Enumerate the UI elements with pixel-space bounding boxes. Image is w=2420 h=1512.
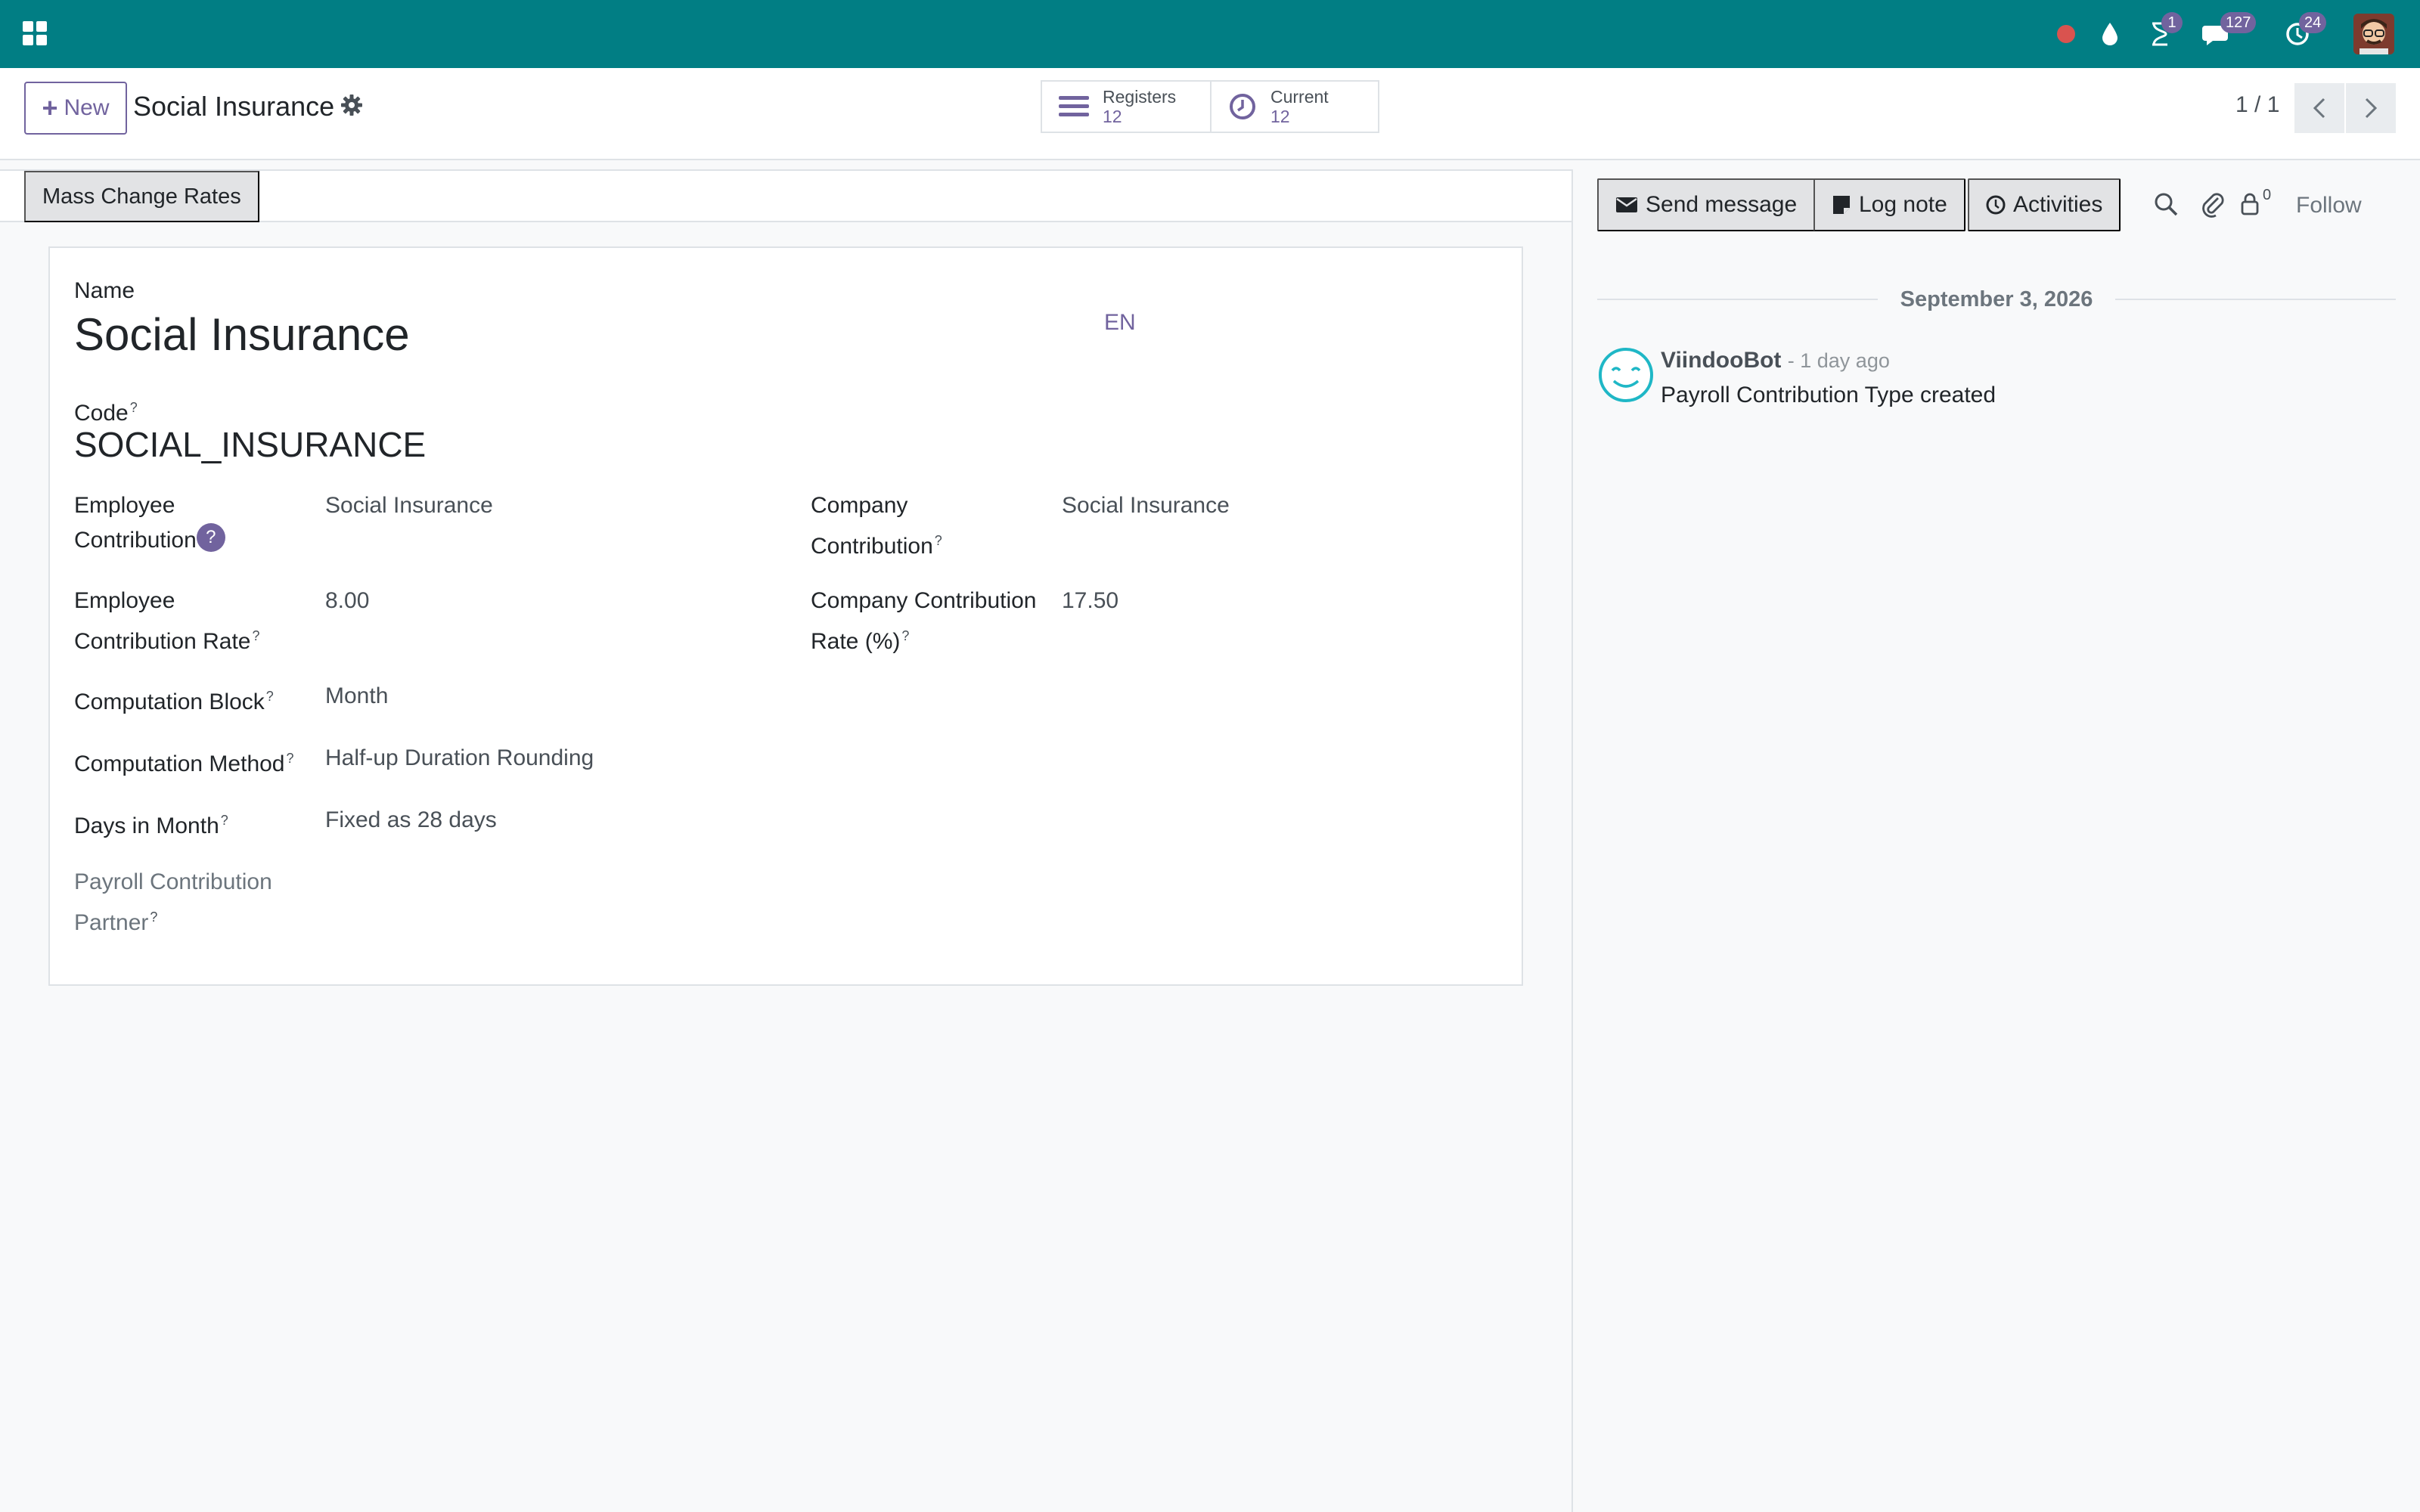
message-time: - 1 day ago [1787, 349, 1890, 372]
registers-count: 12 [1103, 107, 1122, 126]
computation-block-field[interactable]: Month [325, 679, 388, 714]
timesheet-clock-icon[interactable]: 24 [2282, 12, 2327, 51]
followers-count: 0 [2263, 186, 2272, 203]
search-icon[interactable] [2151, 189, 2181, 219]
days-in-month-label: Days in Month? [74, 813, 228, 838]
activities-badge: 1 [2161, 12, 2183, 33]
date-separator-label: September 3, 2026 [1900, 287, 2093, 311]
bot-avatar [1599, 348, 1653, 402]
pager-value[interactable]: 1 / 1 [2235, 92, 2279, 118]
message-author[interactable]: ViindooBot [1661, 348, 1781, 373]
help-tooltip-icon[interactable]: ? [130, 400, 138, 415]
activities-label: Activities [2013, 192, 2103, 217]
drop-icon[interactable] [2098, 17, 2122, 51]
chevron-left-icon [2313, 98, 2325, 119]
pager-previous-button[interactable] [2294, 83, 2344, 133]
help-tooltip-icon[interactable]: ? [266, 689, 274, 704]
plus-icon: + [42, 92, 58, 123]
form-statusbar: Mass Change Rates [0, 169, 1571, 222]
follow-button[interactable]: Follow [2296, 189, 2362, 222]
company-contribution-field[interactable]: Social Insurance [1062, 488, 1230, 523]
activities-button[interactable]: Activities [1968, 178, 2121, 231]
days-in-month-field[interactable]: Fixed as 28 days [325, 803, 497, 838]
mass-change-rates-button[interactable]: Mass Change Rates [24, 171, 259, 222]
sticky-note-icon [1833, 196, 1850, 214]
company-contribution-rate-field[interactable]: 17.50 [1062, 584, 1118, 618]
current-smart-button[interactable]: Current 12 [1209, 82, 1378, 132]
clock-icon [1229, 94, 1255, 119]
company-contribution-rate-label: Company Contribution Rate (%)? [811, 588, 1037, 654]
computation-block-label: Computation Block? [74, 689, 274, 714]
help-tooltip-icon[interactable]: ? [935, 533, 942, 548]
control-panel: + New Social Insurance Registers 12 Curr… [0, 68, 2420, 160]
form-sheet: Name Social Insurance EN Code? SOCIAL_IN… [48, 246, 1523, 986]
company-contribution-label: Company Contribution? [811, 493, 942, 559]
current-count: 12 [1270, 107, 1290, 126]
smart-buttons: Registers 12 Current 12 [1041, 80, 1379, 133]
pager-next-button[interactable] [2346, 83, 2396, 133]
paperclip-icon[interactable] [2198, 189, 2228, 219]
employee-contribution-label: Employee Contribution? [74, 488, 225, 558]
employee-contribution-field[interactable]: Social Insurance [325, 488, 493, 523]
registers-smart-button[interactable]: Registers 12 [1042, 82, 1210, 132]
clock-icon [1986, 195, 2006, 215]
log-note-button[interactable]: Log note [1813, 178, 1965, 231]
language-button[interactable]: EN [1104, 305, 1136, 340]
new-button[interactable]: + New [24, 82, 127, 135]
code-field[interactable]: SOCIAL_INSURANCE [74, 422, 426, 467]
gear-icon[interactable] [340, 94, 363, 116]
help-tooltip-icon[interactable]: ? [196, 523, 225, 552]
help-tooltip-icon[interactable]: ? [150, 909, 157, 925]
send-message-label: Send message [1646, 192, 1798, 217]
employee-contribution-rate-label: Employee Contribution Rate? [74, 588, 260, 654]
help-tooltip-icon[interactable]: ? [221, 813, 228, 828]
timesheet-badge: 24 [2299, 12, 2327, 33]
followers-button[interactable]: 0 [2240, 186, 2282, 219]
current-label: Current [1270, 87, 1329, 107]
computation-method-label: Computation Method? [74, 751, 294, 776]
top-navbar: 1 127 24 [0, 0, 2420, 68]
recording-status-icon[interactable] [2054, 17, 2078, 51]
messages-icon[interactable]: 127 [2201, 12, 2257, 51]
payroll-contribution-partner-label: Payroll Contribution Partner? [74, 869, 272, 935]
date-separator: September 3, 2026 [1597, 284, 2397, 314]
help-tooltip-icon[interactable]: ? [252, 628, 259, 643]
envelope-icon [1616, 197, 1637, 212]
name-field[interactable]: Social Insurance [74, 305, 410, 364]
help-tooltip-icon[interactable]: ? [901, 628, 909, 643]
send-message-button[interactable]: Send message [1597, 178, 1816, 231]
help-tooltip-icon[interactable]: ? [287, 751, 294, 766]
computation-method-field[interactable]: Half-up Duration Rounding [325, 741, 594, 776]
chatter-panel: Send message Log note Activities 0 Follo… [1575, 169, 2420, 1512]
registers-label: Registers [1103, 87, 1177, 107]
name-label: Name [74, 278, 135, 303]
employee-contribution-rate-field[interactable]: 8.00 [325, 584, 369, 618]
list-icon [1059, 96, 1089, 116]
message-body: Payroll Contribution Type created [1661, 383, 1996, 407]
breadcrumb-title: Social Insurance [133, 91, 335, 122]
lock-icon [2241, 193, 2259, 215]
chevron-right-icon [2365, 98, 2378, 119]
new-button-label: New [64, 95, 110, 120]
user-avatar[interactable] [2353, 14, 2394, 54]
log-note-label: Log note [1859, 192, 1947, 217]
chatter-message: ViindooBot - 1 day ago Payroll Contribut… [1597, 343, 2396, 434]
apps-menu-icon[interactable] [21, 20, 48, 47]
messages-badge: 127 [2220, 12, 2257, 33]
activities-hourglass-icon[interactable]: 1 [2145, 12, 2183, 51]
form-view: Mass Change Rates Name Social Insurance … [0, 169, 1573, 1512]
